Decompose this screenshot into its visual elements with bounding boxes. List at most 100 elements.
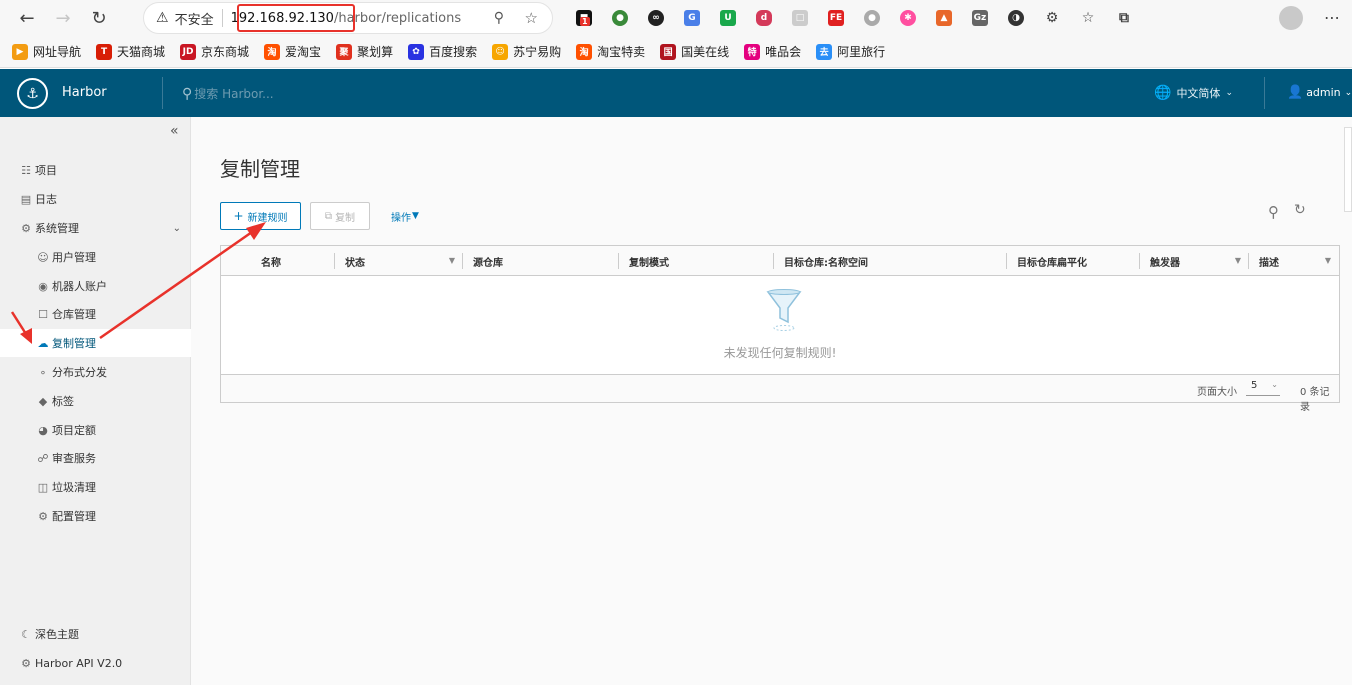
sidebar-item-label: 分布式分发	[52, 366, 107, 379]
sidebar-item-users[interactable]: ☺ 用户管理	[0, 243, 191, 271]
extension-8-icon[interactable]: FE	[818, 5, 854, 31]
user-menu[interactable]: 👤 admin ⌄	[1287, 85, 1352, 100]
column-header-trigger[interactable]: 触发器 ▼	[1140, 246, 1249, 276]
language-label: 中文简体	[1176, 87, 1221, 100]
actions-dropdown[interactable]: 操作 ▼	[384, 202, 426, 230]
browser-profile-avatar[interactable]	[1279, 6, 1303, 30]
header-divider	[1264, 77, 1265, 109]
column-header-description[interactable]: 描述 ▼	[1249, 246, 1339, 276]
extension-9-icon[interactable]: ●	[854, 5, 890, 31]
bookmark-item[interactable]: 特唯品会	[744, 43, 801, 60]
add-favorite-icon[interactable]: ☆	[525, 9, 538, 27]
bookmark-label: 国美在线	[681, 45, 730, 59]
browser-menu-icon[interactable]: ⋯	[1324, 8, 1340, 27]
total-count: 0 条记录	[1300, 387, 1330, 413]
trash-icon: ◫	[37, 480, 49, 494]
bookmark-item[interactable]: 聚聚划算	[336, 43, 393, 60]
app-header: ⚓ Harbor ⚲ 搜索 Harbor... 🌐 中文简体 ⌄ 👤 admin ⌄	[0, 69, 1352, 117]
sidebar-item-replications[interactable]: ☁ 复制管理	[0, 329, 191, 357]
bookmark-label: 网址导航	[33, 45, 82, 59]
extension-1-icon[interactable]: ■1	[566, 5, 602, 31]
extension-6-icon[interactable]: d	[746, 5, 782, 31]
harbor-logo-icon[interactable]: ⚓	[17, 78, 48, 109]
plus-icon: +	[233, 209, 244, 223]
filter-icon[interactable]: ▼	[1235, 256, 1241, 265]
sidebar-item-robot-accounts[interactable]: ◉ 机器人账户	[0, 272, 191, 300]
projects-icon: ☷	[21, 163, 31, 177]
brand-name[interactable]: Harbor	[62, 85, 107, 100]
replication-icon: ☁	[37, 336, 49, 350]
api-explorer-link[interactable]: ⚙ Harbor API V2.0	[0, 649, 191, 677]
sidebar-item-quotas[interactable]: ◕ 项目定额	[0, 416, 191, 444]
global-search[interactable]: ⚲ 搜索 Harbor...	[182, 85, 274, 102]
bookmark-icon: 国	[660, 43, 677, 60]
refresh-icon[interactable]: ↻	[1294, 202, 1306, 218]
bookmark-label: 淘宝特卖	[597, 45, 646, 59]
sidebar-item-label: 日志	[35, 193, 57, 206]
bookmark-icon: 淘	[576, 43, 593, 60]
back-button[interactable]: ←	[10, 1, 44, 35]
extension-7-icon[interactable]: □	[782, 5, 818, 31]
collections-icon[interactable]: ⧉	[1106, 5, 1142, 31]
column-header-mode[interactable]: 复制模式	[619, 246, 774, 276]
sidebar-item-configuration[interactable]: ⚙ 配置管理	[0, 502, 191, 530]
extension-13-icon[interactable]: ◑	[998, 5, 1034, 31]
page-size-select[interactable]: 5 ⌄	[1246, 380, 1280, 396]
bookmark-label: 聚划算	[357, 45, 394, 59]
column-header-flattening[interactable]: 目标仓库扁平化	[1007, 246, 1140, 276]
column-header-name[interactable]: 名称	[251, 246, 336, 276]
shield-icon: ☍	[37, 451, 49, 465]
gitzip-extension-icon[interactable]: Gz	[962, 5, 998, 31]
favorites-icon[interactable]: ☆	[1070, 5, 1106, 31]
new-rule-button[interactable]: + 新建规则	[220, 202, 301, 230]
extensions-puzzle-icon[interactable]: ⚙	[1034, 5, 1070, 31]
column-header-destination[interactable]: 目标仓库:名称空间	[774, 246, 1007, 276]
sidebar-item-label: 项目	[35, 164, 57, 177]
sidebar-item-projects[interactable]: ☷ 项目	[0, 156, 191, 184]
zoom-icon[interactable]: ⚲	[494, 10, 504, 26]
sidebar-item-registries[interactable]: ☐ 仓库管理	[0, 300, 191, 328]
bookmark-item[interactable]: ✿ 百度搜索	[408, 43, 477, 60]
extension-10-icon[interactable]: ✱	[890, 5, 926, 31]
side-panel-handle[interactable]	[1344, 127, 1352, 212]
forward-button[interactable]: →	[46, 1, 80, 35]
search-icon[interactable]: ⚲	[1268, 203, 1279, 221]
admin-icon: ⚙	[21, 221, 31, 235]
collapse-sidebar-icon[interactable]: «	[170, 123, 179, 139]
dark-theme-toggle[interactable]: ☾ 深色主题	[0, 620, 191, 648]
bookmark-item[interactable]: JD 京东商城	[180, 43, 249, 60]
bookmark-item[interactable]: 淘爱淘宝	[264, 43, 321, 60]
extension-3-icon[interactable]: ∞	[638, 5, 674, 31]
adblock-extension-icon[interactable]: U	[710, 5, 746, 31]
chevron-down-icon: ⌄	[1225, 88, 1233, 98]
bookmark-item[interactable]: ☺ 苏宁易购	[492, 43, 561, 60]
sidebar-item-label: 审查服务	[52, 452, 96, 465]
moon-icon: ☾	[21, 627, 31, 641]
bookmark-item[interactable]: ▶ 网址导航	[12, 43, 81, 60]
sidebar-item-labels[interactable]: ◆ 标签	[0, 387, 191, 415]
sidebar-item-gc[interactable]: ◫ 垃圾清理	[0, 473, 191, 501]
extension-2-icon[interactable]: ●	[602, 5, 638, 31]
sidebar-item-administration[interactable]: ⚙ 系统管理 ⌄	[0, 214, 191, 242]
column-label: 状态	[345, 257, 365, 269]
sidebar-item-label: 用户管理	[52, 251, 96, 264]
bookmarks-bar: ▶ 网址导航 T 天猫商城 JD 京东商城 淘爱淘宝 聚聚划算 ✿ 百度搜索 ☺ 苏宁易购…	[0, 36, 1352, 68]
language-selector[interactable]: 🌐 中文简体 ⌄	[1154, 85, 1233, 101]
filter-icon[interactable]: ▼	[1325, 256, 1331, 265]
filter-icon[interactable]: ▼	[449, 256, 455, 265]
column-header-status[interactable]: 状态 ▼	[335, 246, 463, 276]
reload-button[interactable]: ↻	[82, 1, 116, 35]
chevron-down-icon: ⌄	[172, 222, 181, 234]
translate-extension-icon[interactable]: G	[674, 5, 710, 31]
column-header-source[interactable]: 源仓库	[463, 246, 619, 276]
extension-11-icon[interactable]: ▲	[926, 5, 962, 31]
bookmark-item[interactable]: 国国美在线	[660, 43, 729, 60]
sidebar-item-distributions[interactable]: ∘ 分布式分发	[0, 358, 191, 386]
bookmark-item[interactable]: 淘淘宝特卖	[576, 43, 645, 60]
chevron-down-icon: ⌄	[1271, 380, 1278, 389]
bookmark-item[interactable]: 去阿里旅行	[816, 43, 885, 60]
bookmark-item[interactable]: T 天猫商城	[96, 43, 165, 60]
sidebar-item-interrogation[interactable]: ☍ 审查服务	[0, 444, 191, 472]
sidebar-item-logs[interactable]: ▤ 日志	[0, 185, 191, 213]
copy-button[interactable]: ⧉ 复制	[310, 202, 370, 230]
